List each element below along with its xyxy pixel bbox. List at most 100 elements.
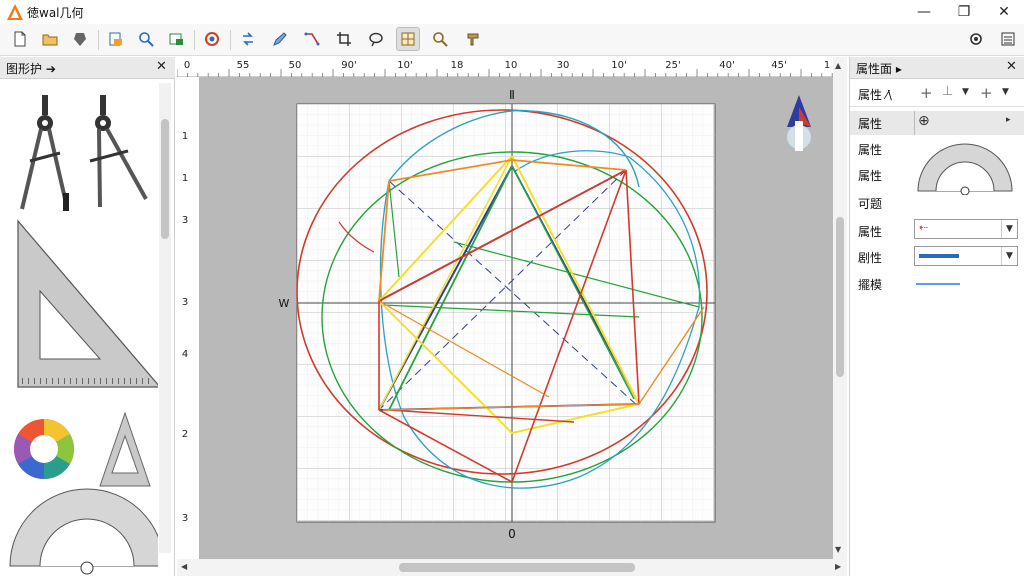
right-panel-close-button[interactable]: ✕ <box>1006 59 1017 74</box>
crop-icon[interactable] <box>332 27 356 51</box>
ruler-top-label: 1 <box>824 60 830 71</box>
chevron-down-icon[interactable]: ▼ <box>1001 220 1017 238</box>
property-label: 擺模 <box>858 278 883 292</box>
search-icon[interactable] <box>428 27 452 51</box>
ruler-top-label: 0 <box>184 60 190 71</box>
new-file-icon[interactable] <box>8 27 32 51</box>
protractor-preview <box>917 143 1013 195</box>
ruler-top-label: 10' <box>611 60 626 71</box>
ruler-left-label: 3 <box>182 215 188 226</box>
line-style-select[interactable]: ⇠ ▼ <box>914 219 1018 239</box>
stroke-width-select[interactable]: ▼ <box>914 246 1018 266</box>
pen-icon[interactable] <box>268 27 292 51</box>
line-preview <box>916 283 960 285</box>
list-icon[interactable] <box>996 27 1020 51</box>
stroke-sample <box>919 254 959 258</box>
ruler-top-label: 10' <box>397 60 412 71</box>
ruler-top-label: 25' <box>665 60 680 71</box>
target-icon[interactable]: ⊕ <box>918 113 930 129</box>
drawing-canvas[interactable]: Ⅱ W 0 <box>199 77 833 559</box>
cross-plus-icon[interactable]: + <box>980 84 993 102</box>
scroll-left-icon[interactable]: ◀ <box>181 562 187 571</box>
ruler-top-label: 40' <box>719 60 734 71</box>
maximize-button[interactable]: ❐ <box>944 0 984 24</box>
property-label: 属性 <box>858 143 883 157</box>
lasso-icon[interactable] <box>364 27 388 51</box>
properties-panel: 属性面 ▸ ✕ 属性 ⁄\ + ⊥ ▼ + ▼ 属性 ⊕ ▸ 属性 属性 可题 … <box>849 57 1024 576</box>
protractor-tool[interactable] <box>9 488 158 575</box>
vertical-scroll-thumb[interactable] <box>836 217 844 377</box>
left-panel-scrollbar[interactable] <box>159 83 171 553</box>
property-label: 属性 <box>858 169 883 183</box>
transform-icon[interactable] <box>300 27 324 51</box>
canvas-top-label: Ⅱ <box>509 88 515 102</box>
set-square-tool[interactable] <box>17 219 158 388</box>
vertical-ruler: 1 1 3 3 4 2 3 <box>177 77 199 559</box>
color-wheel-tool[interactable] <box>13 419 75 480</box>
settings-icon[interactable] <box>964 27 988 51</box>
dropdown-arrow-icon[interactable]: ▼ <box>962 87 969 97</box>
ruler-top-label: 30 <box>557 60 570 71</box>
close-button[interactable]: ✕ <box>984 0 1024 24</box>
property-label: 属性 <box>858 117 883 131</box>
grid-select-icon[interactable] <box>396 27 420 51</box>
properties-row-2[interactable]: 属性 ⊕ ▸ <box>850 111 1024 135</box>
canvas-left-label: W <box>279 297 290 310</box>
north-arrow-icon <box>787 95 811 151</box>
toolbar <box>0 24 1024 56</box>
app-logo-icon <box>7 4 23 20</box>
horizontal-ruler: 0 55 50 90' 10' 18 10 30 10' 25' 40' 45' 1 <box>176 57 833 77</box>
plus-icon[interactable]: + <box>920 84 933 102</box>
shape-tools-panel: 图形护 ➔ ✕ <box>0 57 175 576</box>
ruler-left-label: 1 <box>182 173 188 184</box>
left-panel-close-button[interactable]: ✕ <box>156 59 167 74</box>
ruler-top-label: 45' <box>771 60 786 71</box>
ruler-left-label: 2 <box>182 429 188 440</box>
property-label: 可题 <box>858 197 883 211</box>
right-panel-header: 属性面 ▸ ✕ <box>850 57 1024 79</box>
canvas-vertical-scrollbar[interactable]: ▲ ▼ <box>833 57 847 559</box>
right-panel-title: 属性面 ▸ <box>856 62 902 76</box>
save-icon[interactable] <box>68 27 92 51</box>
compass-tool[interactable] <box>20 95 69 211</box>
ruler-left-label: 3 <box>182 297 188 308</box>
property-label: 剧性 <box>858 251 883 265</box>
property-label: 属性 ⁄\ <box>858 88 892 102</box>
property-label: 属性 <box>858 225 883 239</box>
triangle-frame-tool[interactable] <box>99 411 151 487</box>
canvas-bottom-label: 0 <box>508 527 516 541</box>
zoom-icon[interactable] <box>134 27 158 51</box>
ruler-top-label: 18 <box>451 60 464 71</box>
chevron-down-icon[interactable]: ▼ <box>1001 247 1017 265</box>
image-icon[interactable] <box>164 27 188 51</box>
compass-with-pencil-tool[interactable] <box>89 95 148 208</box>
scroll-right-icon[interactable]: ▶ <box>835 562 841 571</box>
ruler-top-label: 55 <box>237 60 250 71</box>
ruler-left-label: 1 <box>182 131 188 142</box>
left-panel-header: 图形护 ➔ ✕ <box>0 57 175 79</box>
left-panel-scroll-thumb[interactable] <box>161 119 169 239</box>
ruler-top-label: 90' <box>341 60 356 71</box>
arrow-line-icon: ⇠ <box>919 221 929 234</box>
horizontal-scroll-thumb[interactable] <box>399 563 635 572</box>
ruler-top-label: 50 <box>289 60 302 71</box>
minimize-button[interactable]: — <box>904 0 944 24</box>
redo-icon[interactable] <box>236 27 260 51</box>
add-point-icon[interactable]: ⊥ <box>942 84 953 99</box>
dropdown-arrow-icon-2[interactable]: ▼ <box>1002 87 1009 97</box>
open-folder-icon[interactable] <box>38 27 62 51</box>
refresh-icon[interactable] <box>200 27 224 51</box>
brush-icon[interactable] <box>462 27 486 51</box>
scroll-up-icon[interactable]: ▲ <box>835 61 841 70</box>
left-panel-title: 图形护 ➔ <box>6 62 56 76</box>
expand-arrow-icon[interactable]: ▸ <box>1006 115 1011 125</box>
canvas-horizontal-scrollbar[interactable]: ◀ ▶ <box>177 559 847 576</box>
app-title: 徳wal几何 <box>27 6 84 20</box>
ruler-top-label: 10 <box>505 60 518 71</box>
properties-row-1: 属性 ⁄\ + ⊥ ▼ + ▼ <box>850 81 1024 107</box>
ruler-left-label: 4 <box>182 349 188 360</box>
ruler-left-label: 3 <box>182 513 188 524</box>
export-icon[interactable] <box>104 27 128 51</box>
title-bar: 徳wal几何 — ❐ ✕ <box>0 0 1024 24</box>
scroll-down-icon[interactable]: ▼ <box>835 545 841 554</box>
